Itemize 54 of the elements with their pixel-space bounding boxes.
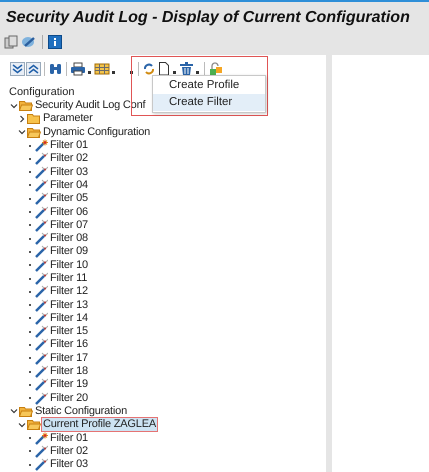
tree-node-label[interactable]: Filter 05 <box>49 192 89 206</box>
tree-node-label[interactable]: Filter 12 <box>49 285 89 298</box>
tree-node-label[interactable]: Filter 09 <box>49 245 89 258</box>
lock-icon[interactable] <box>208 62 223 76</box>
folder-icon <box>27 126 41 138</box>
tree-node-label[interactable]: Filter 18 <box>49 365 89 378</box>
tree-node-label[interactable]: Filter 17 <box>49 352 89 365</box>
tree-node-label[interactable]: Filter 02 <box>49 444 89 458</box>
tree-node-label[interactable]: Dynamic Configuration <box>42 126 152 139</box>
folder-icon <box>27 419 41 430</box>
printer-icon[interactable] <box>70 62 86 76</box>
grid-icon[interactable] <box>94 62 110 76</box>
tree-node-label[interactable]: Filter 19 <box>49 378 89 392</box>
chevron-right-icon[interactable] <box>18 114 26 123</box>
window-title: Security Audit Log - Display of Current Configuration <box>5 8 411 28</box>
folder-icon <box>19 100 33 112</box>
dropdown-caret-icon[interactable] <box>130 71 133 74</box>
tree-node-label[interactable]: Filter 16 <box>49 338 89 352</box>
tree-node-label[interactable]: Filter 20 <box>49 392 89 405</box>
tree-node-label[interactable]: Filter 02 <box>49 152 89 166</box>
tree-node-label[interactable]: Filter 15 <box>49 325 89 338</box>
folder-icon <box>19 406 33 417</box>
info-icon[interactable] <box>48 35 62 49</box>
tree-node-label[interactable]: Filter 13 <box>49 298 89 312</box>
tree-node-label[interactable]: Filter 03 <box>49 458 89 472</box>
chevron-down-icon[interactable] <box>18 420 26 429</box>
tree-node-label[interactable]: Filter 11 <box>49 272 88 285</box>
chevron-down-icon[interactable] <box>10 102 18 110</box>
trash-icon[interactable] <box>179 62 194 76</box>
tree-node-label[interactable]: Filter 07 <box>49 218 89 232</box>
collapse-all-icon[interactable] <box>26 62 41 76</box>
tree-node-label[interactable]: Static Configuration <box>34 404 128 418</box>
menu-item[interactable]: Create Filter <box>153 94 265 111</box>
tree-node-label[interactable]: Filter 03 <box>49 166 89 179</box>
document-icon[interactable] <box>157 61 171 76</box>
tree-node-label[interactable]: Filter 06 <box>49 206 89 219</box>
tree-node-label[interactable]: Filter 08 <box>49 232 89 246</box>
tree-node-label[interactable]: Parameter <box>42 112 94 126</box>
documents-icon[interactable] <box>4 35 18 49</box>
chevron-down-icon[interactable] <box>10 407 18 416</box>
tree-node-label[interactable]: Current Profile ZAGLEA <box>42 418 157 432</box>
tree-node-label[interactable]: Filter 01 <box>49 139 89 152</box>
tree-node-label[interactable]: Filter 14 <box>49 312 89 325</box>
folder-icon <box>27 113 41 124</box>
expand-all-icon[interactable] <box>10 62 25 76</box>
tree-node-label[interactable]: Filter 04 <box>49 178 89 192</box>
binoculars-icon[interactable] <box>48 62 63 76</box>
pencil-icon[interactable] <box>21 35 37 49</box>
menu-item[interactable]: Create Profile <box>153 77 265 94</box>
tree-node-label[interactable]: Filter 01 <box>49 432 89 445</box>
tree-node-label[interactable]: Filter 10 <box>49 258 89 272</box>
refresh-icon[interactable] <box>142 62 156 76</box>
chevron-down-icon[interactable] <box>18 128 26 136</box>
tree-header: Configuration <box>9 86 74 99</box>
